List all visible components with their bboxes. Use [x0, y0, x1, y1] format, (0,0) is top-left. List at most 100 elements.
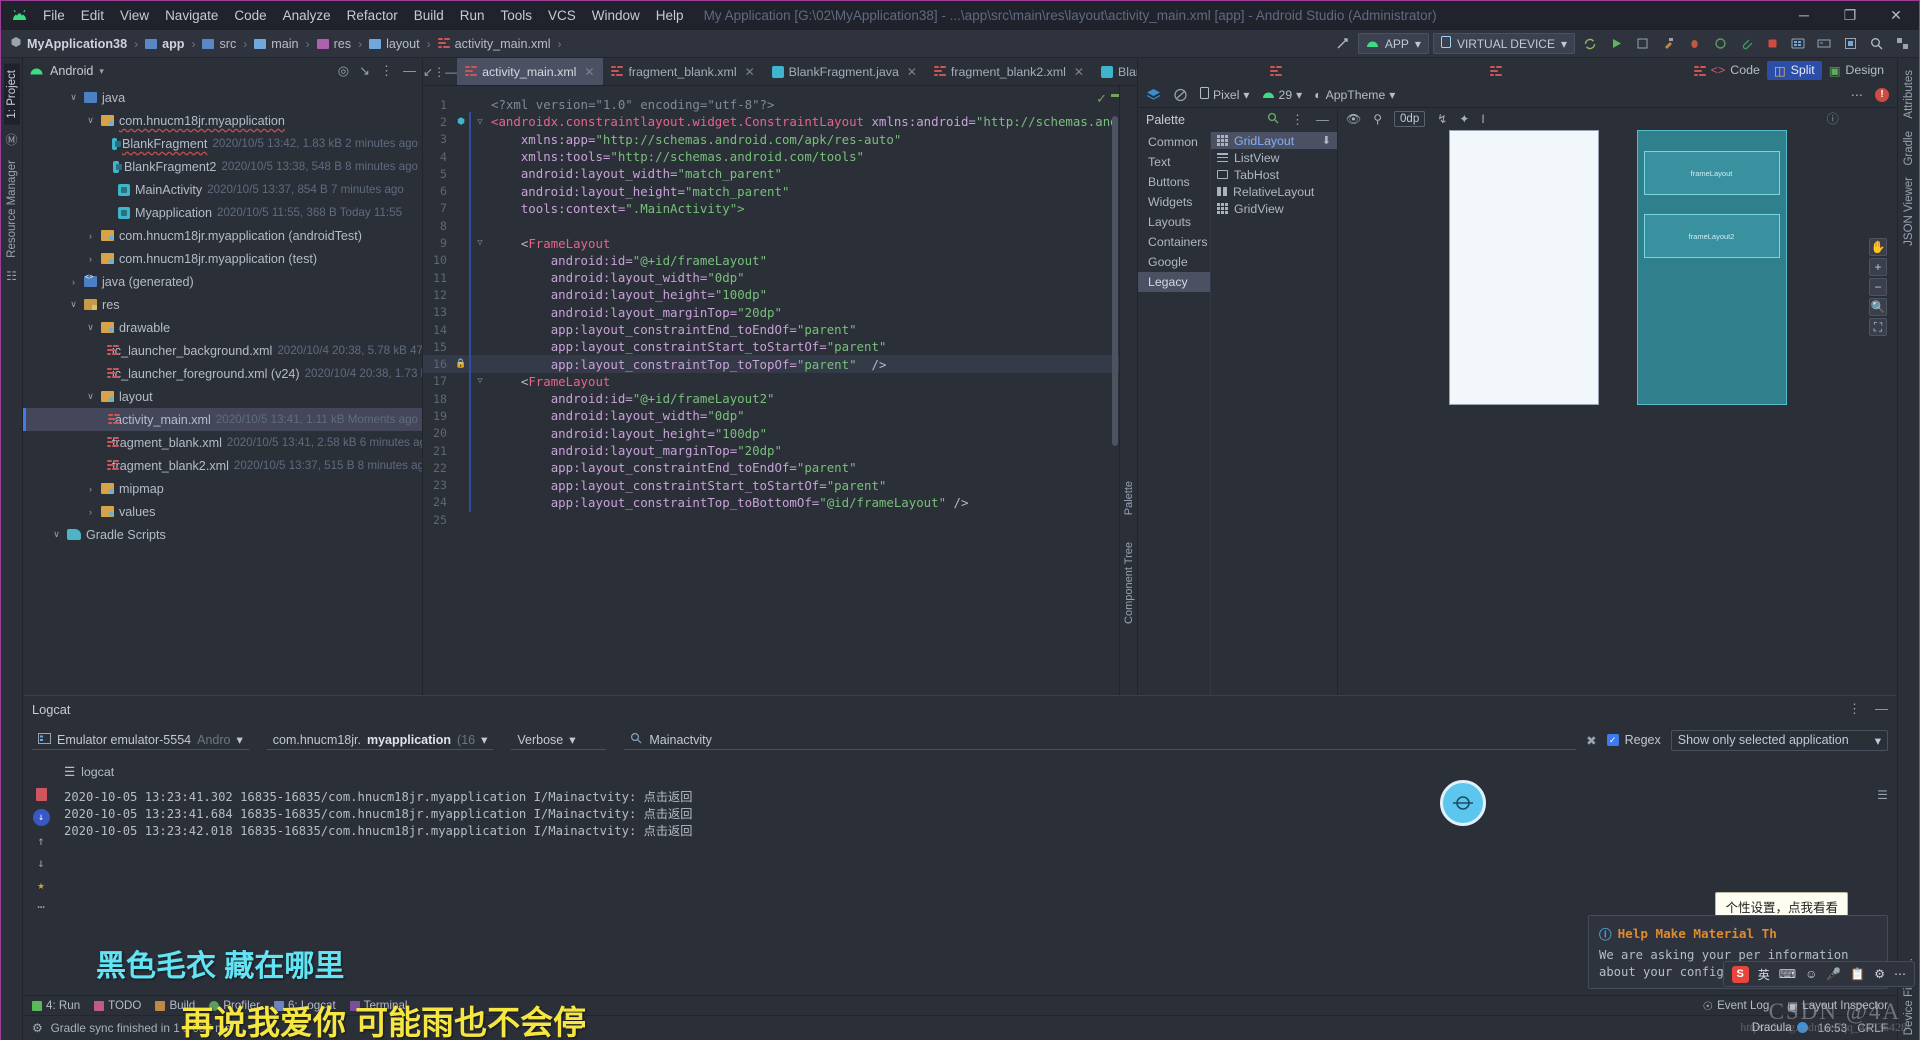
palette-item[interactable]: GridView — [1211, 200, 1337, 217]
scroll-down-icon[interactable]: ↓ — [37, 856, 44, 870]
module-rail-icon[interactable]: Ⓜ — [5, 131, 17, 148]
tree-item[interactable]: ∨ Gradle Scripts — [23, 523, 422, 546]
tool-terminal[interactable]: Terminal — [349, 999, 407, 1012]
component-tree-rail-label[interactable]: Component Tree — [1121, 536, 1137, 630]
menu-code[interactable]: Code — [226, 5, 274, 26]
default-margin-value[interactable]: 0dp — [1394, 110, 1426, 127]
settings-icon[interactable]: ⚙ — [1874, 967, 1885, 981]
help-icon[interactable]: ⓘ — [1827, 110, 1839, 127]
blueprint-framelayout-1[interactable]: frameLayout — [1643, 151, 1780, 195]
palette-category[interactable]: Common — [1138, 132, 1210, 152]
emoji-icon[interactable]: ☺ — [1805, 967, 1817, 981]
attach-icon[interactable] — [1735, 33, 1757, 55]
menu-tools[interactable]: Tools — [493, 5, 541, 26]
ime-toolbar[interactable]: S 英 ⌨ ☺ 🎤 📋 ⚙ ⋯ — [1722, 961, 1915, 987]
clear-search-icon[interactable]: ✖ — [1586, 733, 1596, 748]
search-icon[interactable] — [1865, 33, 1887, 55]
menu-view[interactable]: View — [112, 5, 157, 26]
close-tab-icon[interactable]: ✕ — [584, 65, 594, 79]
palette-rail-label[interactable]: Palette — [1121, 475, 1137, 521]
menu-navigate[interactable]: Navigate — [157, 5, 226, 26]
zoom-in-button[interactable]: + — [1869, 258, 1887, 276]
chevron-down-icon[interactable]: ▾ — [99, 66, 104, 77]
chevron-down-icon[interactable]: ∨ — [51, 529, 62, 540]
debug-icon[interactable] — [1683, 33, 1705, 55]
more-icon[interactable]: ⋮ — [380, 63, 393, 79]
palette-item[interactable]: GridLayout ⬇ — [1211, 132, 1337, 149]
fold-icon[interactable]: ▽ — [469, 117, 491, 127]
view-mode-code[interactable]: <> Code — [1704, 61, 1767, 79]
vcs-branch-icon[interactable] — [1332, 33, 1354, 55]
device-selector[interactable]: VIRTUAL DEVICE ▾ — [1432, 33, 1575, 54]
palette-category[interactable]: Layouts — [1138, 212, 1210, 232]
palette-category[interactable]: Containers — [1138, 232, 1210, 252]
menu-window[interactable]: Window — [584, 5, 648, 26]
more-icon[interactable]: ⋮ — [1291, 112, 1304, 128]
logcat-device-selector[interactable]: Emulator emulator-5554 Andro ▾ — [32, 730, 249, 750]
tree-item[interactable]: ic_launcher_foreground.xml (v24) 2020/10/… — [23, 362, 422, 385]
profile-icon[interactable] — [1709, 33, 1731, 55]
view-mode-split[interactable]: ◫ Split — [1766, 60, 1822, 80]
pan-icon[interactable]: ✋ — [1869, 238, 1887, 256]
ime-language-label[interactable]: 英 — [1758, 966, 1770, 983]
error-icon[interactable]: ! — [1875, 87, 1889, 102]
zoom-out-button[interactable]: − — [1869, 278, 1887, 296]
maximize-button[interactable]: ❐ — [1827, 1, 1873, 30]
editor-tab[interactable]: fragment_blank.xml ✕ — [603, 58, 763, 85]
palette-item[interactable]: RelativeLayout — [1211, 183, 1337, 200]
chevron-right-icon[interactable]: › — [68, 277, 79, 287]
chevron-right-icon[interactable]: › — [85, 507, 96, 517]
run-icon[interactable] — [1605, 33, 1627, 55]
layout-inspector-icon[interactable] — [1839, 33, 1861, 55]
voice-icon[interactable]: 🎤 — [1826, 967, 1841, 981]
logcat-side-icon[interactable]: ☰ — [1877, 788, 1888, 802]
chevron-down-icon[interactable]: ∨ — [85, 322, 96, 333]
menu-build[interactable]: Build — [406, 5, 452, 26]
chevron-down-icon[interactable]: ∨ — [68, 299, 79, 310]
menu-refactor[interactable]: Refactor — [339, 5, 406, 26]
tabs-more-icon[interactable]: ⋮ — [433, 58, 445, 85]
favorites-icon[interactable]: ★ — [37, 878, 44, 892]
sidebar-item-gradle[interactable]: Gradle — [1901, 125, 1917, 172]
scroll-up-icon[interactable]: ↑ — [37, 834, 44, 848]
sidebar-item-json-viewer[interactable]: JSON Viewer — [1901, 171, 1917, 252]
menu-vcs[interactable]: VCS — [540, 5, 584, 26]
tree-item[interactable]: › values — [23, 500, 422, 523]
tool-profiler[interactable]: Profiler — [209, 999, 260, 1012]
logcat-output[interactable]: ↓ ↑ ↓ ★ ⋯ ☰ logcat 2020-10-05 13:23:41.3… — [24, 758, 1896, 995]
tree-item[interactable]: › com.hnucm18jr.myapplication (androidTes… — [23, 224, 422, 247]
sync-icon[interactable] — [1579, 33, 1601, 55]
palette-item[interactable]: TabHost — [1211, 166, 1337, 183]
tree-item[interactable]: Myapplication 2020/10/5 11:55, 368 B Toda… — [23, 201, 422, 224]
hide-icon[interactable]: — — [403, 63, 416, 79]
breadcrumb-app[interactable]: app — [142, 36, 187, 52]
download-icon[interactable]: ⬇ — [1322, 134, 1337, 147]
tree-item[interactable]: MainActivity 2020/10/5 13:37, 854 B 7 min… — [23, 178, 422, 201]
tree-item[interactable]: ∨ com.hnucm18jr.myapplication — [23, 109, 422, 132]
tabs-hide-icon[interactable]: — — [445, 58, 457, 85]
zoom-actual-button[interactable]: ⛶ — [1869, 318, 1887, 336]
close-tab-icon[interactable]: ✕ — [1074, 65, 1084, 79]
chevron-down-icon[interactable]: ∨ — [85, 115, 96, 126]
tool-todo[interactable]: TODO — [94, 999, 141, 1012]
blueprint-framelayout-2[interactable]: frameLayout2 — [1643, 214, 1780, 258]
api-level-selector[interactable]: 29 ▾ — [1262, 88, 1302, 102]
palette-category[interactable]: Widgets — [1138, 192, 1210, 212]
clear-logcat-icon[interactable] — [35, 788, 47, 801]
tree-item[interactable]: ∨ layout — [23, 385, 422, 408]
tree-item[interactable]: ∨ java — [23, 86, 422, 109]
menu-analyze[interactable]: Analyze — [275, 5, 339, 26]
eye-icon[interactable]: 👁 — [1346, 112, 1361, 126]
constraint-icon[interactable]: ↯ — [1437, 112, 1447, 126]
design-more-icon[interactable]: ⋯ — [1851, 88, 1863, 102]
close-tab-icon[interactable]: ✕ — [907, 65, 917, 79]
editor-tab[interactable]: activity_main.xml ✕ — [457, 58, 604, 85]
palette-category[interactable]: Buttons — [1138, 172, 1210, 192]
magic-wand-icon[interactable]: ✦ — [1459, 112, 1469, 126]
theme-selector[interactable]: ◐ AppTheme ▾ — [1314, 88, 1395, 102]
tool-event-log[interactable]: ☉ Event Log — [1703, 999, 1770, 1013]
logcat-filter-selector[interactable]: Show only selected application ▾ — [1670, 729, 1888, 751]
tool-logcat[interactable]: 6: Logcat — [273, 999, 336, 1012]
breadcrumb-main[interactable]: main — [251, 36, 301, 52]
editor-tab[interactable]: fragment_blank2.xml ✕ — [926, 58, 1093, 85]
